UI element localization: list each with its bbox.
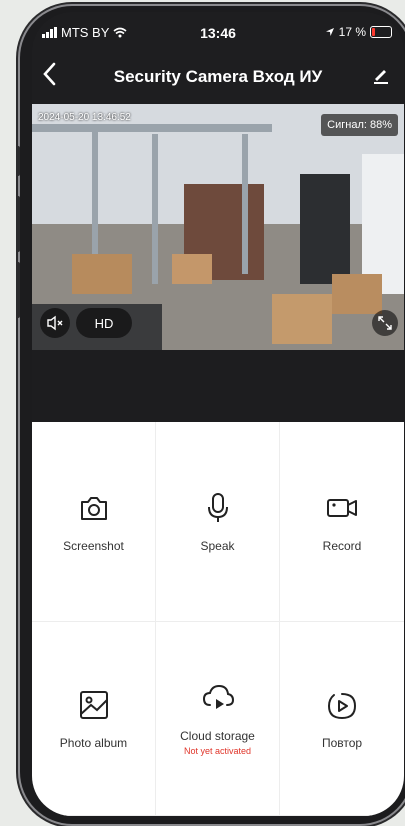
- action-grid: Screenshot Speak Record Photo album Clou…: [32, 422, 404, 816]
- location-arrow-icon: [325, 28, 334, 36]
- pencil-icon: [374, 70, 388, 84]
- mute-switch: [16, 146, 20, 176]
- cloud-storage-label: Cloud storage: [180, 729, 255, 743]
- chevron-left-icon: [43, 62, 56, 86]
- microphone-icon: [207, 492, 228, 522]
- volume-up-button: [16, 196, 20, 252]
- nav-bar: Security Camera Вход ИУ: [32, 52, 404, 104]
- cloud-play-icon: [202, 684, 234, 709]
- record-button[interactable]: Record: [280, 422, 404, 622]
- screenshot-button[interactable]: Screenshot: [32, 422, 156, 622]
- quality-toggle-button[interactable]: HD: [76, 308, 132, 338]
- status-bar: MTS BY 13:46 17 %: [32, 12, 404, 52]
- cloud-storage-button[interactable]: Cloud storage Not yet activated: [156, 622, 280, 816]
- signal-strength-badge: Сигнал: 88%: [321, 114, 398, 136]
- replay-button[interactable]: Повтор: [280, 622, 404, 816]
- mute-button[interactable]: [40, 308, 70, 338]
- camera-video-feed[interactable]: 2024-05-20 13:46:52 Сигнал: 88% HD: [32, 104, 404, 350]
- speaker-mute-icon: [47, 315, 63, 331]
- edit-button[interactable]: [372, 66, 390, 89]
- page-title: Security Camera Вход ИУ: [113, 67, 323, 86]
- video-timestamp: 2024-05-20 13:46:52: [38, 112, 131, 123]
- camera-icon: [80, 496, 107, 520]
- fullscreen-button[interactable]: [372, 310, 398, 336]
- app-screen: MTS BY 13:46 17 % Security Camera Вход И…: [32, 12, 404, 816]
- controls-band: [32, 350, 404, 422]
- back-button[interactable]: [42, 62, 56, 90]
- replay-label: Повтор: [321, 735, 363, 750]
- battery-percent: 17 %: [338, 25, 366, 39]
- battery-icon: [370, 26, 392, 38]
- image-icon: [79, 690, 108, 719]
- speak-label: Speak: [200, 538, 235, 553]
- cloud-status-label: Not yet activated: [183, 746, 252, 756]
- expand-icon: [378, 316, 392, 330]
- volume-down-button: [16, 262, 20, 318]
- screenshot-label: Screenshot: [63, 538, 124, 553]
- photo-album-label: Photo album: [59, 735, 128, 750]
- speak-button[interactable]: Speak: [156, 422, 280, 622]
- record-label: Record: [322, 538, 362, 553]
- photo-album-button[interactable]: Photo album: [32, 622, 156, 816]
- replay-icon: [327, 692, 357, 719]
- video-camera-icon: [327, 498, 357, 517]
